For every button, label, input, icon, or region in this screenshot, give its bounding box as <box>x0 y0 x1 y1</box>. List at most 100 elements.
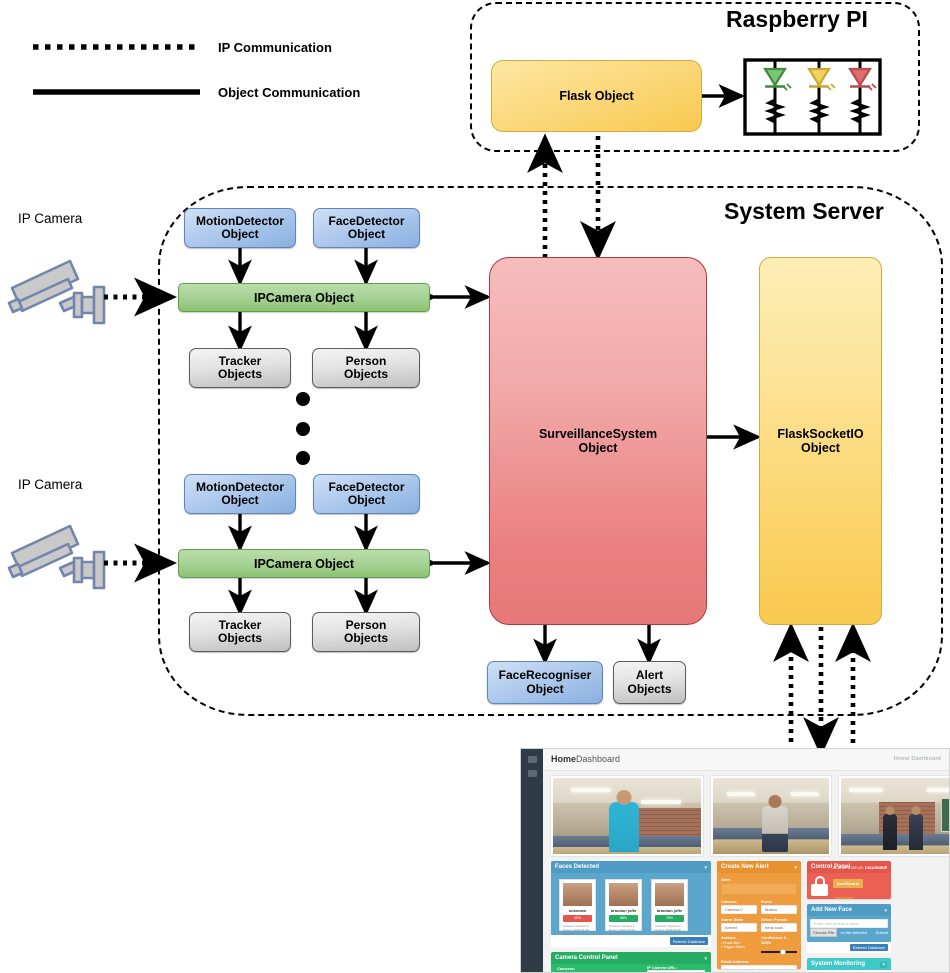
alarm-state-label: Alarm State <box>721 917 744 922</box>
face-card[interactable]: brandon joffe 76% Camera: Camera 0 Detec… <box>651 879 688 935</box>
person-objects-node-2[interactable]: Person Objects <box>312 612 420 652</box>
feed-greenboard <box>941 798 949 832</box>
face-detector-node-1[interactable]: FaceDetector Object <box>313 208 420 248</box>
alert-field-label: Alert <box>721 877 731 882</box>
chevron-down-icon[interactable]: ▾ <box>704 956 707 962</box>
face-detector-node-2[interactable]: FaceDetector Object <box>313 474 420 514</box>
person-objects-label-1: Person <box>345 617 387 632</box>
panel-add-face-footer: Refresh Database <box>807 942 891 953</box>
legend-object-label: Object Communication <box>218 85 361 100</box>
feed-person <box>909 814 923 850</box>
face-name: brandon joffe <box>610 908 637 913</box>
motion-detector-node-2[interactable]: MotionDetector Object <box>184 474 296 514</box>
dashboard-sidebar[interactable] <box>521 749 543 972</box>
arm-disarm-button[interactable]: Arm/Disarm <box>832 878 864 888</box>
face-meta: Camera: Camera 0 Detect: 2018-03-05 20:0… <box>563 924 589 935</box>
face-name: unknown <box>568 908 587 913</box>
panel-faces-detected-title: Faces Detected <box>555 864 600 870</box>
dashboard-title-rest: Dashboard <box>576 754 621 764</box>
panel-add-new-face[interactable]: Add New Face ▾ Enter new person's name C… <box>807 904 891 942</box>
alert-objects-node[interactable]: Alert Objects <box>613 661 686 704</box>
feed-light <box>849 788 883 792</box>
tracker-objects-label-1: Tracker <box>218 353 262 368</box>
motion-detector-label-1: MotionDetector <box>196 479 284 494</box>
dashboard-title: HomeDashboard <box>551 754 620 764</box>
tracker-objects-node-1[interactable]: Tracker Objects <box>189 348 291 388</box>
ipcamera-object-node-2[interactable]: IPCamera Object <box>178 549 430 578</box>
chevron-down-icon[interactable]: ▾ <box>884 908 887 914</box>
face-meta: Camera: Camera 0 Detect: 2018-03-05 20:0… <box>655 924 681 935</box>
panel-system-monitoring-title: System Monitoring <box>811 961 866 967</box>
alarm-state-select[interactable]: Armed <box>721 923 757 932</box>
ip-camera-label-1: IP Camera <box>18 211 83 226</box>
panel-system-monitoring[interactable]: System Monitoring ▾ 90.2 CPU Usage % 41.… <box>807 958 891 972</box>
flask-object-node[interactable]: Flask Object <box>491 60 702 132</box>
event-select[interactable]: Motion <box>761 905 797 914</box>
dashboard-breadcrumb[interactable]: Home Dashboard <box>894 756 941 762</box>
panel-faces-detected-header: Faces Detected ▾ <box>551 861 711 873</box>
face-recogniser-label-2: Object <box>526 681 564 696</box>
select-person-label: Select Person <box>761 917 788 922</box>
face-thumbnail <box>563 883 592 906</box>
sidebar-icon-settings[interactable] <box>527 770 537 777</box>
confidence-slider[interactable] <box>761 948 797 956</box>
face-recogniser-node[interactable]: FaceRecogniser Object <box>487 661 603 704</box>
camera-feed-2[interactable] <box>711 776 831 856</box>
camera-select[interactable]: Camera 0 <box>721 905 757 914</box>
tracker-objects-node-2[interactable]: Tracker Objects <box>189 612 291 652</box>
flask-object-label: Flask Object <box>559 89 634 103</box>
camera-feed-3[interactable] <box>839 776 949 856</box>
face-thumbnail <box>609 883 638 906</box>
refresh-database-button-2[interactable]: Refresh Database <box>849 944 888 951</box>
motion-detector-label-2: Object <box>221 227 259 241</box>
system-server-title: System Server <box>724 198 884 224</box>
ip-camera-label-2: IP Camera <box>18 477 83 492</box>
panic-button[interactable]: Panic <box>834 896 854 899</box>
ipcamera-object-node-1[interactable]: IPCamera Object <box>178 283 430 312</box>
panel-system-monitoring-header: System Monitoring ▾ <box>807 958 891 970</box>
feed-light <box>727 792 755 796</box>
action-trigger-alarm[interactable]: ▪ Trigger Alarm <box>721 945 757 949</box>
face-card[interactable]: brandon joffe 88% Camera: Camera 0 Detec… <box>605 879 642 935</box>
feed-light <box>791 792 819 796</box>
surveillance-system-label-1: SurveillanceSystem <box>538 427 658 441</box>
panel-camera-control-header: Camera Control Panel ▾ <box>551 952 711 964</box>
chevron-down-icon[interactable]: ▾ <box>794 865 797 871</box>
camera-feed-1[interactable] <box>551 776 703 856</box>
chevron-down-icon[interactable]: ▾ <box>704 865 707 871</box>
face-card[interactable]: unknown 45% Camera: Camera 0 Detect: 201… <box>559 879 596 935</box>
sidebar-icon-dashboard[interactable] <box>527 756 537 763</box>
refresh-database-button[interactable]: Refresh Database <box>669 937 708 945</box>
motion-detector-node-1[interactable]: MotionDetector Object <box>184 208 296 248</box>
face-thumbnail <box>655 883 684 906</box>
flask-socketio-node[interactable]: FlaskSocketIO Object <box>759 257 882 625</box>
face-meta: Camera: Camera 0 Detect: 2018-03-05 20:0… <box>609 924 635 935</box>
submit-face-button[interactable]: Submit <box>876 930 888 935</box>
face-confidence-badge: 45% <box>563 915 592 922</box>
email-address-input[interactable]: Enter your email address <box>721 965 797 969</box>
chevron-down-icon[interactable]: ▾ <box>880 962 887 968</box>
face-detector-label-1: FaceDetector <box>328 213 405 228</box>
panel-camera-control[interactable]: Camera Control Panel ▾ Cameras: IP Camer… <box>551 952 711 972</box>
panel-add-face-header: Add New Face ▾ <box>807 904 891 916</box>
panel-control[interactable]: Control Panel ▾ ALARM STATUS: DISARMED A… <box>807 861 891 899</box>
tracker-objects-label-2: Objects <box>217 367 262 381</box>
surveillance-system-node[interactable]: SurveillanceSystem Object <box>489 257 707 625</box>
feed-light <box>641 800 681 804</box>
person-objects-label-1: Person <box>345 353 387 368</box>
new-person-name-input[interactable]: Enter new person's name <box>810 919 888 928</box>
person-objects-label-2: Objects <box>343 631 388 645</box>
choose-file-button[interactable]: Choose File <box>810 928 838 937</box>
person-objects-label-2: Objects <box>343 367 388 381</box>
web-dashboard-screenshot[interactable]: HomeDashboard Home Dashboard Faces Detec… <box>520 748 950 973</box>
event-select-label: Event <box>761 899 772 904</box>
panel-faces-detected[interactable]: Faces Detected ▾ unknown 45% Camera: Cam… <box>551 861 711 935</box>
person-objects-node-1[interactable]: Person Objects <box>312 348 420 388</box>
face-confidence-badge: 76% <box>655 915 684 922</box>
no-file-selected-text: no file selected <box>840 930 868 935</box>
action-trigger-label: Trigger Alarm <box>723 945 745 949</box>
select-person-select[interactable]: benji louis <box>761 923 797 932</box>
panel-create-new-alert[interactable]: Create New Alert ▾ Alert Camera: Camera … <box>717 861 801 969</box>
lock-icon <box>811 876 828 896</box>
cameras-label: Cameras: <box>557 966 576 971</box>
